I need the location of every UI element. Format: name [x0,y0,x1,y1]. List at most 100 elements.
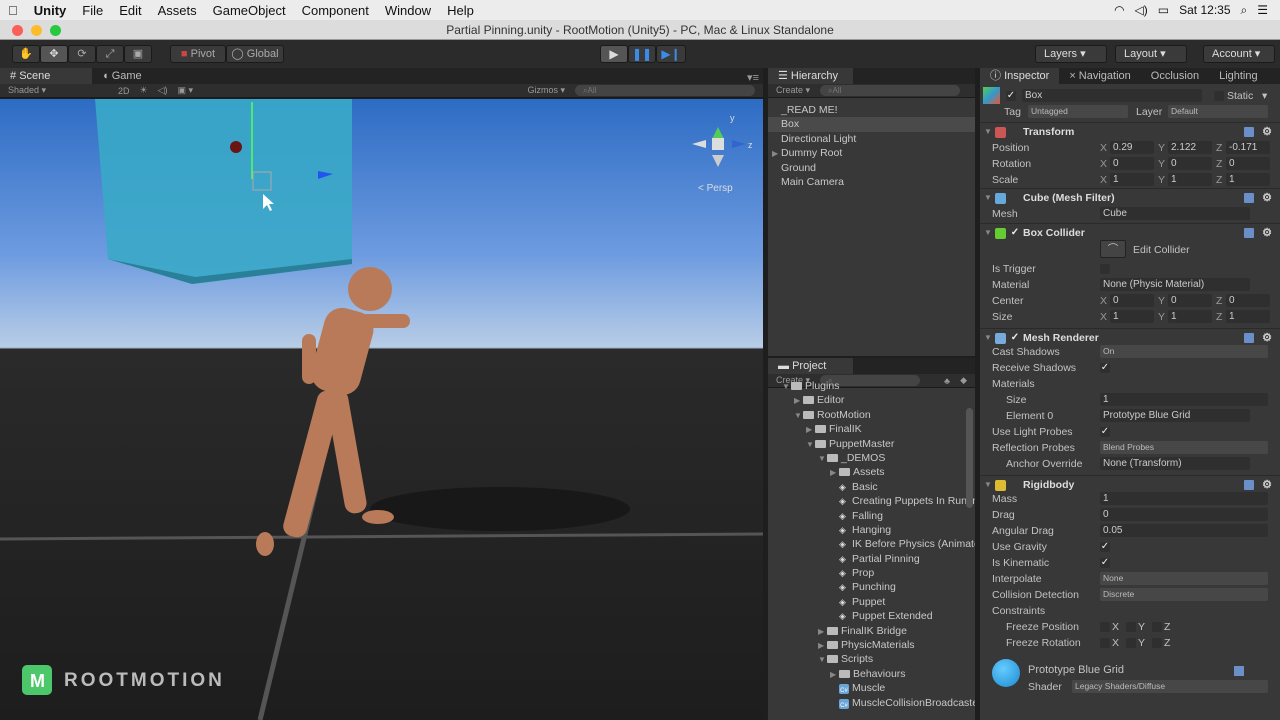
expand-arrow-icon[interactable]: ▼ [818,452,827,465]
help-icon[interactable] [1244,333,1254,343]
freeze-checkbox[interactable] [1126,638,1136,648]
y-value-field[interactable]: 1 [1168,310,1212,323]
tab-game[interactable]: ◖ Game [92,68,152,84]
project-item[interactable]: ◈ Basic [768,480,975,494]
project-item[interactable]: ◈ Prop [768,566,975,580]
z-value-field[interactable]: 1 [1226,173,1270,186]
menu-help[interactable]: Help [439,3,482,18]
z-value-field[interactable]: 0 [1226,157,1270,170]
close-window-button[interactable] [12,25,23,36]
is-kinematic-checkbox[interactable]: ✓ [1100,558,1110,568]
scene-search-input[interactable]: ⌕All [575,85,755,96]
transform-header[interactable]: ▼ Transform ⚙ [980,122,1280,140]
y-value-field[interactable]: 1 [1168,173,1212,186]
filter-label-icon[interactable]: ◆ [960,375,967,386]
project-item[interactable]: C# Muscle [768,681,975,695]
z-value-field[interactable]: 1 [1226,310,1270,323]
static-checkbox[interactable] [1214,91,1224,101]
effects-dropdown-icon[interactable]: ▣ ▾ [178,85,194,96]
scale-tool-button[interactable]: ⤢ [96,45,124,63]
x-value-field[interactable]: 1 [1110,173,1154,186]
project-item[interactable]: ▼ _DEMOS [768,451,975,465]
hand-tool-button[interactable]: ✋ [12,45,40,63]
project-scrollbar[interactable] [966,408,973,508]
expand-arrow-icon[interactable]: ▶ [818,625,827,638]
x-axis-handle[interactable] [230,141,242,153]
mesh-filter-header[interactable]: ▼ Cube (Mesh Filter) ⚙ [980,188,1280,206]
cast-shadows-dropdown[interactable]: On [1100,345,1268,358]
gizmos-dropdown[interactable]: Gizmos ▾ [527,85,565,96]
freeze-checkbox[interactable] [1100,622,1110,632]
y-value-field[interactable]: 0 [1168,294,1212,307]
scene-orientation-gizmo[interactable] [692,127,746,167]
project-item[interactable]: ▶ Editor [768,393,975,407]
tab-project[interactable]: ▬ Project [768,358,853,374]
persp-label[interactable]: < Persp [698,183,733,194]
gear-icon[interactable]: ⚙ [1262,224,1272,242]
anchor-override-field[interactable]: None (Transform) [1100,457,1250,470]
hierarchy-item[interactable]: Ground [768,161,975,175]
x-value-field[interactable]: 1 [1110,310,1154,323]
project-item[interactable]: ◈ Creating Puppets In Runtime [768,494,975,508]
volume-icon[interactable]: ◁) [1135,3,1148,18]
project-item[interactable]: ◈ Partial Pinning [768,552,975,566]
hierarchy-item[interactable]: ▶ Dummy Root [768,146,975,160]
list-icon[interactable]: ☰ [1257,3,1268,18]
play-button[interactable]: ▶ [600,45,628,63]
menu-file[interactable]: File [74,3,111,18]
freeze-checkbox[interactable] [1100,638,1110,648]
box-collider-header[interactable]: ▼ ✓ Box Collider ⚙ [980,223,1280,241]
scene-viewport[interactable]: y z M < Persp ROOTMOTION [0,99,763,720]
expand-arrow-icon[interactable]: ▼ [794,409,803,422]
hierarchy-item[interactable]: Box [768,117,975,132]
lighting-toggle-icon[interactable]: ☀ [140,85,148,96]
collapse-arrow-icon[interactable]: ▼ [984,224,992,242]
battery-icon[interactable]: ▭ [1158,3,1169,18]
rect-tool-button[interactable]: ▣ [124,45,152,63]
gear-icon[interactable]: ⚙ [1262,189,1272,207]
menu-assets[interactable]: Assets [150,3,205,18]
global-toggle[interactable]: ◯ Global [226,45,284,63]
minimize-window-button[interactable] [31,25,42,36]
menu-component[interactable]: Component [294,3,377,18]
receive-shadows-checkbox[interactable]: ✓ [1100,363,1110,373]
reflection-probes-dropdown[interactable]: Blend Probes [1100,441,1268,454]
collision-detection-dropdown[interactable]: Discrete [1100,588,1268,601]
expand-arrow-icon[interactable]: ▶ [830,668,839,681]
x-value-field[interactable]: 0.29 [1110,141,1154,154]
hierarchy-search-input[interactable]: ⌕All [820,85,961,96]
angular-drag-field[interactable]: 0.05 [1100,524,1268,537]
wifi-icon[interactable]: ◠ [1114,3,1124,18]
project-item[interactable]: ▶ PhysicMaterials [768,638,975,652]
rotate-tool-button[interactable]: ⟳ [68,45,96,63]
enable-checkbox[interactable]: ✓ [1010,228,1020,238]
expand-arrow-icon[interactable]: ▶ [806,423,815,436]
collapse-arrow-icon[interactable]: ▼ [984,189,992,207]
freeze-checkbox[interactable] [1152,638,1162,648]
project-item[interactable]: ▶ FinalIK Bridge [768,624,975,638]
project-item[interactable]: ◈ Hanging [768,523,975,537]
layer-dropdown[interactable]: Default [1168,105,1268,118]
project-item[interactable]: ◈ Falling [768,509,975,523]
help-icon[interactable] [1234,666,1244,676]
materials-size-field[interactable]: 1 [1100,393,1268,406]
project-item[interactable]: ▼ RootMotion [768,408,975,422]
search-icon[interactable]: ⌕ [1241,3,1248,18]
y-value-field[interactable]: 0 [1168,157,1212,170]
help-icon[interactable] [1244,228,1254,238]
shader-dropdown[interactable]: Legacy Shaders/Diffuse [1072,680,1268,693]
box-object[interactable] [95,99,352,284]
apple-icon[interactable]:  [0,3,26,18]
interpolate-dropdown[interactable]: None [1100,572,1268,585]
menu-edit[interactable]: Edit [111,3,149,18]
pause-button[interactable]: ❚❚ [628,45,656,63]
x-value-field[interactable]: 0 [1110,294,1154,307]
pivot-toggle[interactable]: ■ Pivot [170,45,226,63]
project-item[interactable]: ◈ IK Before Physics (Animator) [768,537,975,551]
expand-arrow-icon[interactable]: ▶ [818,639,827,652]
expand-arrow-icon[interactable]: ▼ [806,438,815,451]
freeze-checkbox[interactable] [1152,622,1162,632]
tag-dropdown[interactable]: Untagged [1028,105,1128,118]
layers-dropdown[interactable]: Layers ▾ [1035,45,1107,63]
tab-occlusion[interactable]: Occlusion [1141,68,1209,84]
